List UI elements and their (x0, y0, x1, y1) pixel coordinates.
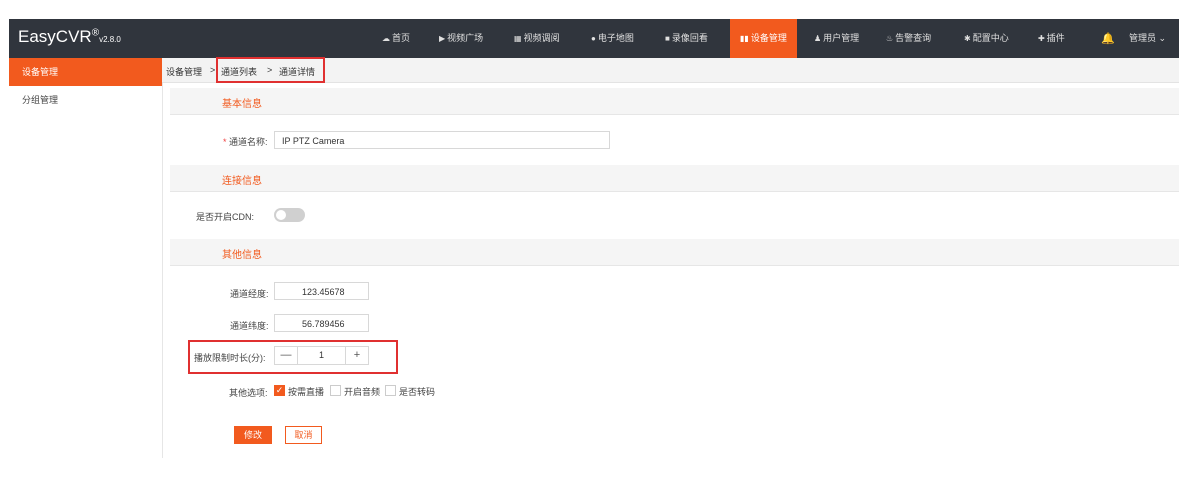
nav-label: 用户管理 (823, 33, 860, 43)
required-mark: * (223, 137, 227, 147)
highlight-box-play-limit (188, 340, 398, 374)
sidebar-item-device-management[interactable]: 设备管理 (9, 58, 162, 86)
checkbox-transcode[interactable] (385, 385, 396, 396)
checkbox-enable-audio[interactable] (330, 385, 341, 396)
breadcrumb-root[interactable]: 设备管理 (166, 65, 202, 78)
play-circle-icon: ▶ (439, 34, 446, 43)
section-other-info: 其他信息 (170, 239, 1179, 266)
bell-icon[interactable]: 🔔 (1101, 32, 1115, 45)
alarm-icon: ♨ (886, 34, 894, 43)
gear-icon: ✱ (964, 34, 971, 43)
device-icon: ▮▮ (740, 34, 749, 43)
section-connection-info: 连接信息 (170, 165, 1179, 192)
brand-name: EasyCVR (18, 27, 92, 46)
sidebar: 设备管理 分组管理 (9, 58, 163, 458)
nav-label: 视频广场 (447, 33, 484, 43)
nav-video-square[interactable]: ▶ 视频广场 (439, 19, 483, 58)
grid-icon: ▦ (514, 34, 522, 43)
highlight-box-breadcrumb (216, 57, 325, 83)
plugin-icon: ✚ (1038, 34, 1045, 43)
top-navbar: EasyCVR®v2.8.0 ☁ 首页 ▶ 视频广场 ▦ 视频调阅 ● 电子地图 ■ 录像… (9, 19, 1179, 58)
brand-registered-mark: ® (91, 27, 100, 39)
map-pin-icon: ● (591, 34, 596, 43)
latitude-label: 通道纬度: (230, 321, 269, 331)
breadcrumb-separator: > (210, 65, 216, 75)
nav-config[interactable]: ✱ 配置中心 (964, 19, 1009, 58)
modify-button[interactable]: 修改 (234, 426, 272, 444)
nav-label: 告警查询 (895, 33, 932, 43)
cdn-label: 是否开启CDN: (196, 212, 254, 222)
checkbox-label[interactable]: 开启音频 (344, 385, 380, 398)
section-title: 连接信息 (222, 176, 262, 187)
nav-device-management[interactable]: ▮▮ 设备管理 (730, 19, 797, 58)
checkbox-label[interactable]: 是否转码 (399, 385, 435, 398)
user-menu[interactable]: 管理员 ⌄ (1129, 19, 1166, 58)
section-title: 基本信息 (222, 99, 262, 110)
nav-label: 首页 (392, 33, 411, 43)
nav-video-view[interactable]: ▦ 视频调阅 (514, 19, 560, 58)
checkbox-label[interactable]: 按需直播 (288, 385, 324, 398)
nav-map[interactable]: ● 电子地图 (591, 19, 634, 58)
section-basic-info: 基本信息 (170, 88, 1179, 115)
channel-name-label: * 通道名称: (223, 135, 268, 148)
brand-version: v2.8.0 (99, 35, 121, 44)
nav-plugins[interactable]: ✚ 插件 (1038, 19, 1065, 58)
brand-logo[interactable]: EasyCVR®v2.8.0 (18, 27, 121, 47)
longitude-input[interactable]: 123.45678 (274, 282, 369, 300)
nav-label: 视频调阅 (523, 33, 560, 43)
channel-name-label-text: 通道名称: (229, 137, 268, 147)
latitude-input[interactable]: 56.789456 (274, 314, 369, 332)
nav-home[interactable]: ☁ 首页 (382, 19, 410, 58)
video-camera-icon: ■ (665, 34, 670, 43)
cdn-toggle[interactable] (274, 208, 305, 222)
nav-user-management[interactable]: ♟ 用户管理 (814, 19, 859, 58)
checkbox-on-demand-live[interactable]: ✓ (274, 385, 285, 396)
longitude-label: 通道经度: (230, 289, 269, 299)
sidebar-item-group-management[interactable]: 分组管理 (9, 86, 162, 114)
nav-label: 录像回看 (671, 33, 708, 43)
nav-label: 插件 (1046, 33, 1065, 43)
nav-label: 电子地图 (597, 33, 634, 43)
cancel-button[interactable]: 取消 (285, 426, 322, 444)
nav-playback[interactable]: ■ 录像回看 (665, 19, 708, 58)
nav-alarm[interactable]: ♨ 告警查询 (886, 19, 931, 58)
nav-label: 配置中心 (972, 33, 1009, 43)
user-icon: ♟ (814, 34, 822, 43)
other-options-label: 其他选项: (229, 388, 268, 398)
nav-label: 设备管理 (750, 33, 787, 43)
section-title: 其他信息 (222, 250, 262, 261)
dashboard-icon: ☁ (382, 34, 390, 43)
channel-name-input[interactable]: IP PTZ Camera (274, 131, 610, 149)
